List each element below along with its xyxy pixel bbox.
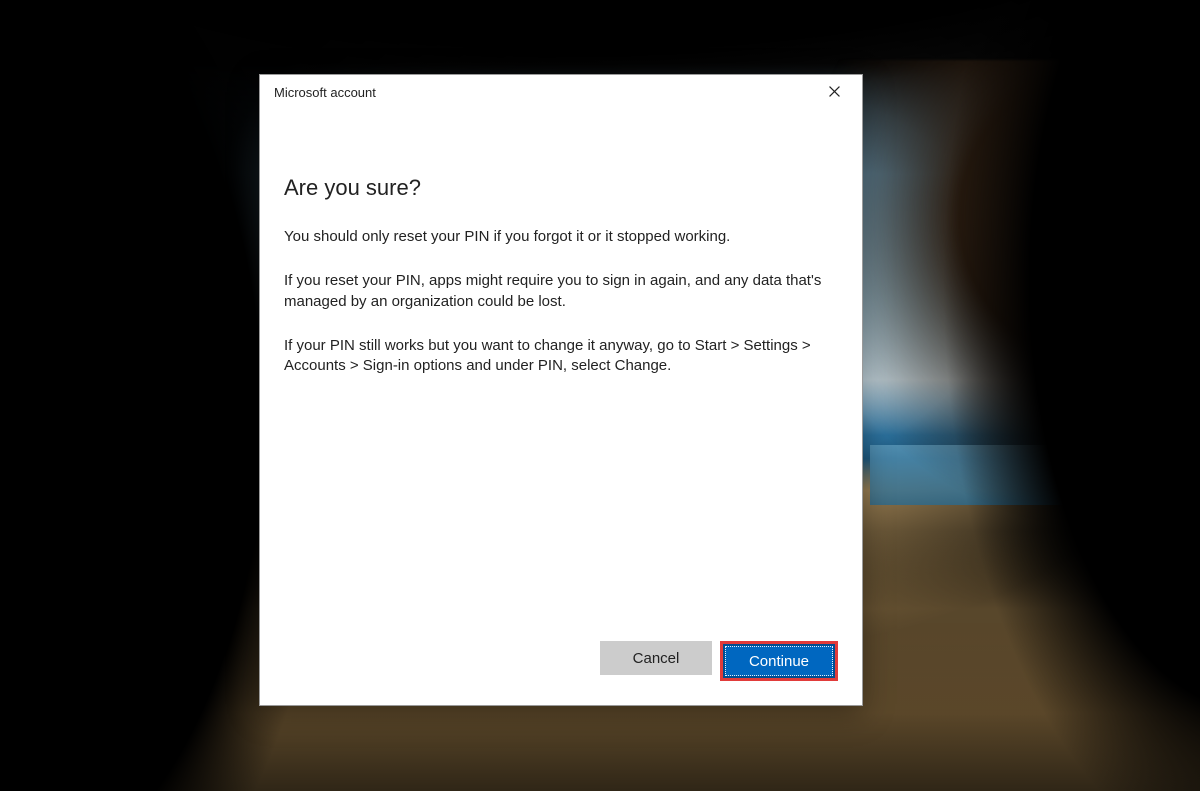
dialog-button-row: Cancel Continue (260, 641, 862, 705)
close-icon (829, 85, 840, 100)
close-button[interactable] (814, 78, 854, 106)
dialog-paragraph-2: If you reset your PIN, apps might requir… (284, 271, 824, 312)
cancel-button[interactable]: Cancel (600, 641, 712, 675)
dialog-titlebar: Microsoft account (260, 75, 862, 109)
continue-button-highlight: Continue (720, 641, 838, 681)
dialog-content: Are you sure? You should only reset your… (260, 109, 862, 641)
dialog-paragraph-3: If your PIN still works but you want to … (284, 336, 824, 377)
continue-button[interactable]: Continue (723, 644, 835, 678)
dialog-paragraph-1: You should only reset your PIN if you fo… (284, 227, 824, 247)
desktop-background: Microsoft account Are you sure? You shou… (0, 0, 1200, 791)
microsoft-account-dialog: Microsoft account Are you sure? You shou… (259, 74, 863, 706)
dialog-title: Microsoft account (274, 85, 376, 100)
dialog-heading: Are you sure? (284, 175, 838, 201)
